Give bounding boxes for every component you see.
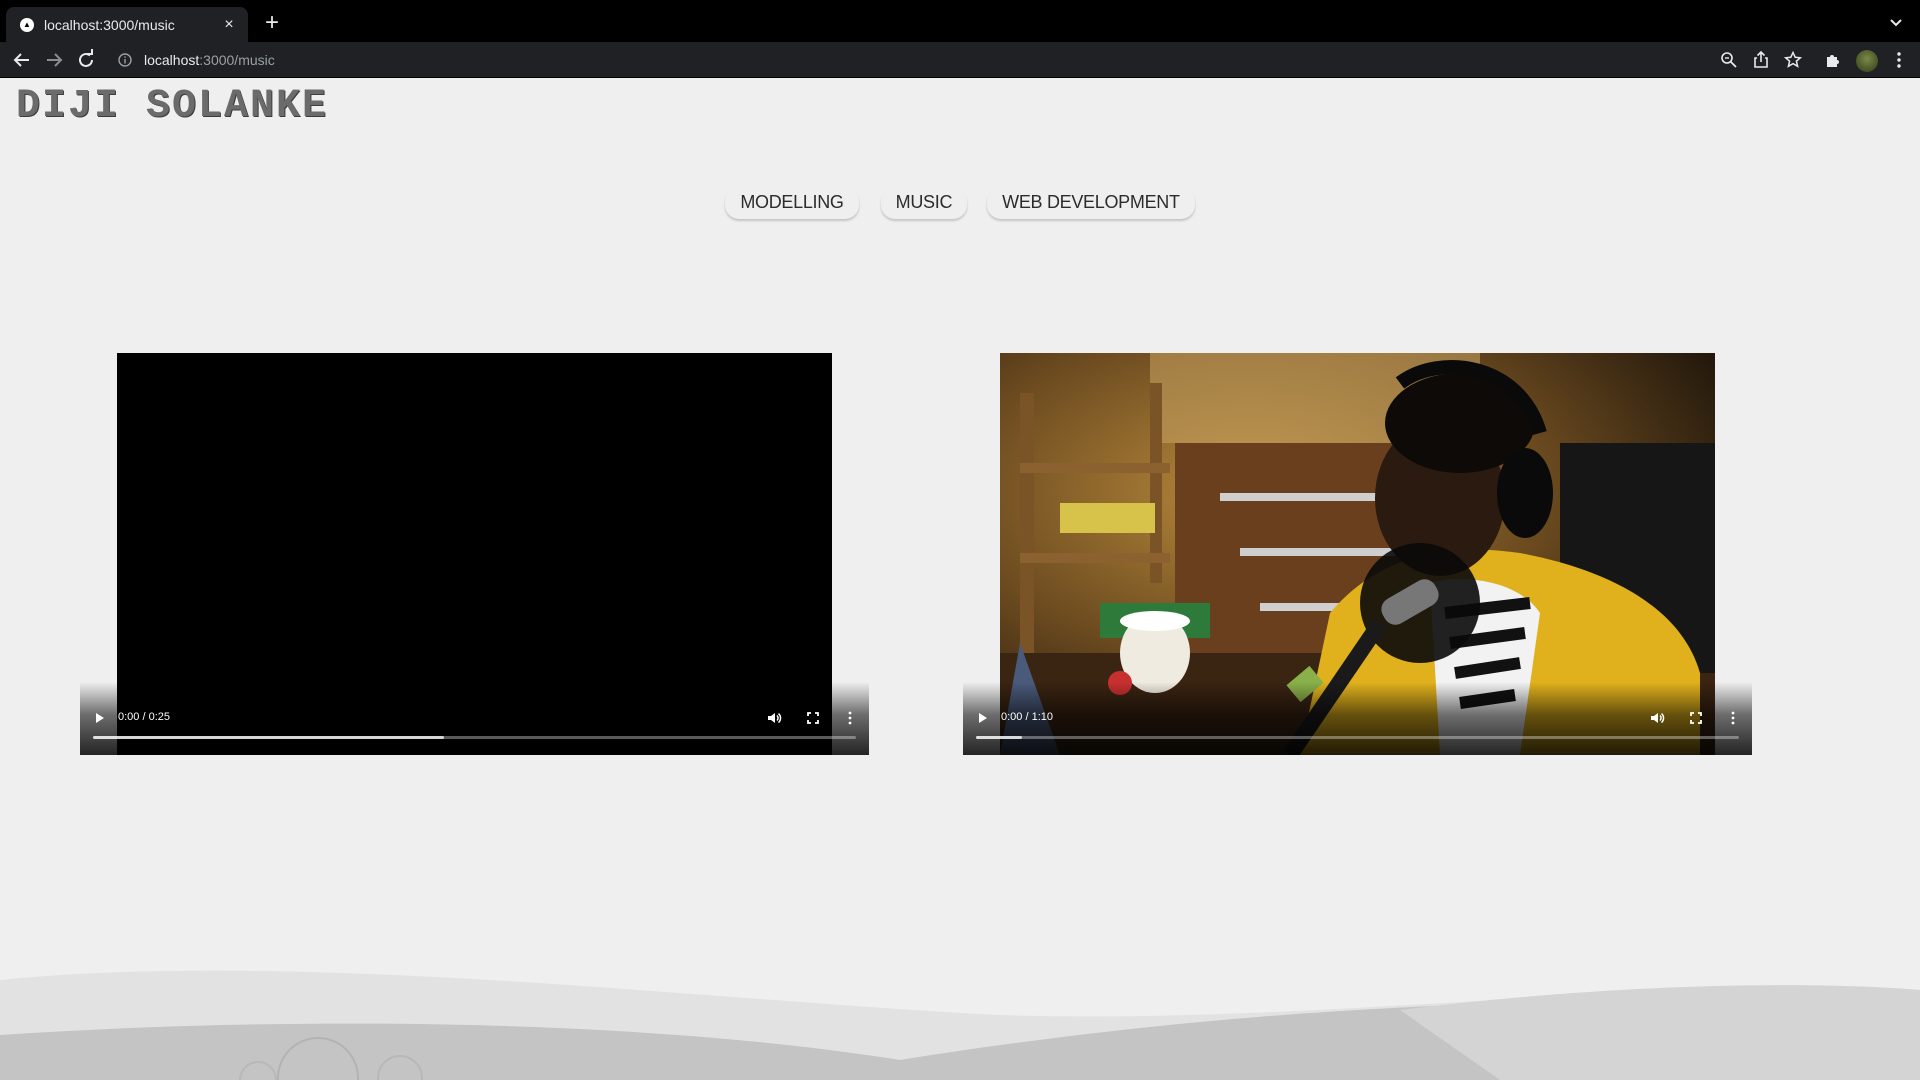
fullscreen-icon — [807, 712, 819, 724]
browser-tab-strip: ▲ localhost:3000/music × + — [0, 0, 1920, 42]
kebab-menu-icon — [1897, 52, 1901, 68]
reload-button[interactable] — [74, 48, 98, 72]
bookmark-button[interactable] — [1783, 50, 1803, 70]
site-title[interactable]: DIJI SOLANKE — [16, 84, 328, 129]
buffered-bar — [93, 736, 444, 739]
browser-toolbar: localhost :3000/music — [0, 42, 1920, 78]
volume-button[interactable] — [762, 706, 786, 730]
star-icon — [1783, 50, 1803, 68]
zoom-button[interactable] — [1719, 50, 1739, 70]
kebab-menu-icon — [848, 711, 852, 725]
back-icon — [13, 53, 29, 67]
video-timeline[interactable] — [93, 736, 856, 739]
kebab-menu-icon — [1731, 711, 1735, 725]
info-icon[interactable] — [118, 53, 132, 67]
footer-waves-decoration — [0, 970, 1920, 1080]
url-host: localhost — [144, 52, 200, 68]
forward-icon — [47, 53, 63, 67]
video-player-2[interactable]: 0:00 / 1:10 — [963, 353, 1752, 755]
video-timeline[interactable] — [976, 736, 1739, 739]
browser-tab[interactable]: ▲ localhost:3000/music × — [6, 7, 248, 42]
zoom-icon — [1721, 52, 1737, 68]
more-options-button[interactable] — [838, 706, 862, 730]
fullscreen-button[interactable] — [1684, 706, 1708, 730]
video-player-1[interactable]: 0:00 / 0:25 — [80, 353, 869, 755]
play-button[interactable] — [970, 706, 994, 730]
favicon-icon: ▲ — [20, 17, 34, 32]
volume-icon — [1651, 712, 1665, 724]
video-controls-overlay — [80, 682, 869, 755]
more-options-button[interactable] — [1721, 706, 1745, 730]
video-time: 0:00 / 0:25 — [118, 711, 170, 723]
extensions-icon — [1827, 55, 1839, 67]
tab-search-button[interactable] — [1886, 12, 1906, 32]
nav-music[interactable]: MUSIC — [881, 188, 968, 219]
video-controls-overlay — [963, 682, 1752, 755]
main-nav: MODELLING MUSIC WEB DEVELOPMENT — [0, 188, 1920, 219]
extensions-button[interactable] — [1823, 50, 1843, 70]
nav-web-development[interactable]: WEB DEVELOPMENT — [987, 188, 1195, 219]
share-icon — [1754, 50, 1768, 68]
share-button[interactable] — [1751, 50, 1771, 70]
play-icon — [979, 713, 987, 723]
chevron-down-icon — [1890, 19, 1902, 27]
new-tab-button[interactable]: + — [258, 9, 286, 37]
buffered-bar — [976, 736, 1022, 739]
browser-menu-button[interactable] — [1889, 50, 1909, 70]
close-tab-button[interactable]: × — [220, 16, 238, 34]
nav-modelling[interactable]: MODELLING — [725, 188, 858, 219]
forward-button[interactable] — [42, 48, 66, 72]
play-icon — [96, 713, 104, 723]
reload-icon — [79, 49, 93, 67]
tab-title: localhost:3000/music — [44, 16, 175, 33]
address-bar[interactable]: localhost :3000/music — [108, 46, 1788, 74]
back-button[interactable] — [10, 48, 34, 72]
volume-button[interactable] — [1645, 706, 1669, 730]
fullscreen-icon — [1690, 712, 1702, 724]
fullscreen-button[interactable] — [801, 706, 825, 730]
play-button[interactable] — [87, 706, 111, 730]
volume-icon — [768, 712, 782, 724]
profile-avatar[interactable] — [1856, 50, 1878, 72]
url-path: :3000/music — [199, 52, 275, 68]
video-time: 0:00 / 1:10 — [1001, 711, 1053, 723]
